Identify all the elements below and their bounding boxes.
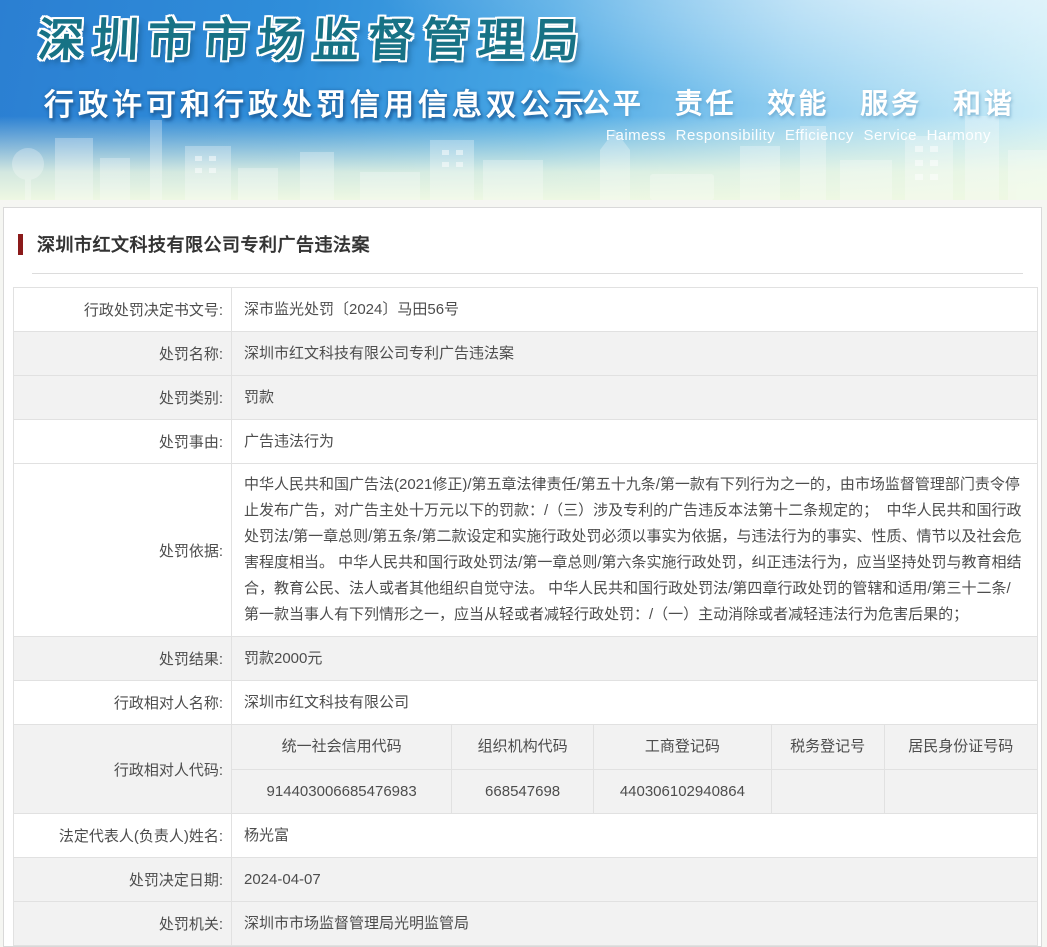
content-panel: 深圳市红文科技有限公司专利广告违法案 行政处罚决定书文号:深市监光处罚〔2024…	[3, 207, 1042, 947]
title-divider	[32, 273, 1023, 274]
row-label: 处罚事由:	[14, 420, 232, 464]
slogan-english: Faimess Responsibility Efficiency Servic…	[582, 127, 1015, 144]
codes-value	[884, 769, 1037, 813]
row-value: 中华人民共和国广告法(2021修正)/第五章法律责任/第五十九条/第一款有下列行…	[232, 464, 1038, 637]
codes-column-header: 税务登记号	[771, 725, 884, 769]
page-title-row: 深圳市红文科技有限公司专利广告违法案	[4, 208, 1041, 257]
codes-value: 668547698	[452, 769, 594, 813]
row-label: 处罚机关:	[14, 902, 232, 946]
codes-column-header: 组织机构代码	[452, 725, 594, 769]
table-row: 处罚决定日期:2024-04-07	[14, 858, 1038, 902]
codes-subtable-cell: 统一社会信用代码组织机构代码工商登记码税务登记号居民身份证号码914403006…	[232, 725, 1038, 814]
banner-subtitle: 行政许可和行政处罚信用信息双公示	[44, 80, 588, 124]
table-row: 法定代表人(负责人)姓名:杨光富	[14, 814, 1038, 858]
row-label: 处罚名称:	[14, 332, 232, 376]
codes-column-header: 居民身份证号码	[884, 725, 1037, 769]
row-value: 深圳市市场监督管理局光明监管局	[232, 902, 1038, 946]
header-banner: 深圳市市场监督管理局 行政许可和行政处罚信用信息双公示 公平 责任 效能 服务 …	[0, 0, 1047, 200]
codes-value: 440306102940864	[593, 769, 771, 813]
row-value: 罚款2000元	[232, 637, 1038, 681]
codes-column-header: 工商登记码	[593, 725, 771, 769]
table-row: 处罚名称:深圳市红文科技有限公司专利广告违法案	[14, 332, 1038, 376]
row-label: 处罚结果:	[14, 637, 232, 681]
row-label: 处罚依据:	[14, 464, 232, 637]
table-row: 处罚依据:中华人民共和国广告法(2021修正)/第五章法律责任/第五十九条/第一…	[14, 464, 1038, 637]
row-value: 广告违法行为	[232, 420, 1038, 464]
row-label: 行政相对人代码:	[14, 725, 232, 814]
table-row: 行政相对人名称:深圳市红文科技有限公司	[14, 681, 1038, 725]
row-value: 深圳市红文科技有限公司专利广告违法案	[232, 332, 1038, 376]
penalty-info-table: 行政处罚决定书文号:深市监光处罚〔2024〕马田56号处罚名称:深圳市红文科技有…	[13, 287, 1038, 946]
codes-column-header: 统一社会信用代码	[232, 725, 452, 769]
row-label: 法定代表人(负责人)姓名:	[14, 814, 232, 858]
slogan-chinese: 公平 责任 效能 服务 和谐	[582, 82, 1015, 122]
row-value: 深市监光处罚〔2024〕马田56号	[232, 288, 1038, 332]
agency-title: 深圳市市场监督管理局	[36, 4, 589, 70]
codes-value	[771, 769, 884, 813]
slogan-block: 公平 责任 效能 服务 和谐 Faimess Responsibility Ef…	[582, 82, 1015, 144]
row-value: 2024-04-07	[232, 858, 1038, 902]
table-row: 处罚类别:罚款	[14, 376, 1038, 420]
page-title: 深圳市红文科技有限公司专利广告违法案	[37, 231, 370, 257]
row-value: 深圳市红文科技有限公司	[232, 681, 1038, 725]
table-row: 行政相对人代码:统一社会信用代码组织机构代码工商登记码税务登记号居民身份证号码9…	[14, 725, 1038, 814]
table-row: 处罚结果:罚款2000元	[14, 637, 1038, 681]
row-value: 罚款	[232, 376, 1038, 420]
penalty-table-body: 行政处罚决定书文号:深市监光处罚〔2024〕马田56号处罚名称:深圳市红文科技有…	[14, 288, 1038, 946]
row-value: 杨光富	[232, 814, 1038, 858]
codes-header-row: 统一社会信用代码组织机构代码工商登记码税务登记号居民身份证号码	[232, 725, 1037, 769]
table-row: 行政处罚决定书文号:深市监光处罚〔2024〕马田56号	[14, 288, 1038, 332]
row-label: 行政处罚决定书文号:	[14, 288, 232, 332]
table-row: 处罚事由:广告违法行为	[14, 420, 1038, 464]
title-accent-bar	[18, 234, 23, 255]
row-label: 处罚决定日期:	[14, 858, 232, 902]
codes-table: 统一社会信用代码组织机构代码工商登记码税务登记号居民身份证号码914403006…	[232, 725, 1037, 813]
table-row: 处罚机关:深圳市市场监督管理局光明监管局	[14, 902, 1038, 946]
row-label: 行政相对人名称:	[14, 681, 232, 725]
row-label: 处罚类别:	[14, 376, 232, 420]
codes-value: 914403006685476983	[232, 769, 452, 813]
codes-value-row: 9144030066854769836685476984403061029408…	[232, 769, 1037, 813]
